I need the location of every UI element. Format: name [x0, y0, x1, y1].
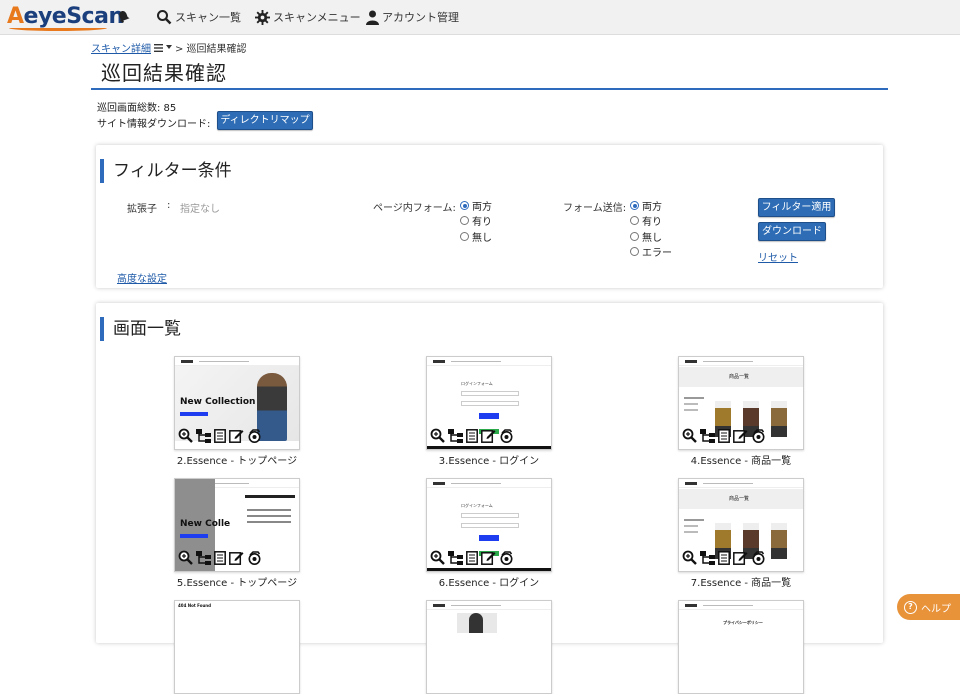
extension-input[interactable]: 指定なし: [180, 200, 220, 215]
edit-icon[interactable]: [733, 428, 748, 447]
document-icon[interactable]: [466, 428, 478, 447]
sitemap-icon[interactable]: [448, 428, 463, 447]
breadcrumb-scan-detail-link[interactable]: スキャン詳細: [91, 40, 151, 55]
nav-scan-list[interactable]: スキャン一覧: [156, 8, 241, 26]
document-icon[interactable]: [214, 550, 226, 569]
top-bar: AeyeScan スキャン一覧 スキャンメニュー アカウント管理: [0, 0, 960, 35]
download-button[interactable]: ダウンロード: [758, 222, 826, 241]
edit-icon[interactable]: [481, 550, 496, 569]
zoom-icon[interactable]: [178, 550, 193, 569]
edit-icon[interactable]: [229, 550, 244, 569]
screen-thumbnail[interactable]: [426, 600, 552, 694]
thumbnail-tools: [682, 550, 766, 569]
breadcrumb: スキャン詳細 > 巡回結果確認: [91, 40, 247, 55]
document-icon[interactable]: [718, 428, 730, 447]
thumbnail-tools: [682, 428, 766, 447]
filter-panel: フィルター条件 拡張子 : 指定なし ページ内フォーム: 両方 有り 無し フォ…: [96, 145, 883, 288]
camera-icon[interactable]: [247, 550, 262, 569]
page-form-label: ページ内フォーム:: [373, 203, 456, 214]
filter-title: フィルター条件: [100, 159, 232, 183]
camera-icon[interactable]: [751, 428, 766, 447]
zoom-icon[interactable]: [430, 428, 445, 447]
breadcrumb-current: > 巡回結果確認: [175, 44, 247, 55]
user-icon: [366, 10, 379, 25]
sitemap-icon[interactable]: [700, 428, 715, 447]
screen-thumbnail[interactable]: New Collection: [174, 356, 300, 450]
zoom-icon[interactable]: [682, 550, 697, 569]
screen-caption[interactable]: 7.Essence - 商品一覧: [641, 574, 841, 589]
sitemap-icon[interactable]: [700, 550, 715, 569]
edit-icon[interactable]: [733, 550, 748, 569]
app-logo[interactable]: AeyeScan: [7, 4, 124, 31]
sitemap-icon[interactable]: [196, 428, 211, 447]
zoom-icon[interactable]: [430, 550, 445, 569]
screen-caption[interactable]: 5.Essence - トップページ: [137, 574, 337, 589]
zoom-icon[interactable]: [178, 428, 193, 447]
menu-icon[interactable]: [154, 43, 163, 52]
form-radio-both[interactable]: 両方: [460, 199, 492, 213]
screen-thumbnail[interactable]: プライバシーポリシー: [678, 600, 804, 694]
document-icon[interactable]: [214, 428, 226, 447]
form-radio-yes[interactable]: 有り: [460, 214, 492, 228]
screen-list-panel: 画面一覧: [96, 303, 883, 643]
advanced-settings-link[interactable]: 高度な設定: [117, 270, 167, 285]
camera-icon[interactable]: [499, 428, 514, 447]
total-screens: 巡回画面総数: 85: [97, 103, 177, 114]
sitemap-icon[interactable]: [448, 550, 463, 569]
site-download-label: サイト情報ダウンロード:: [97, 119, 211, 130]
form-submit-label: フォーム送信:: [563, 203, 627, 214]
edit-icon[interactable]: [481, 428, 496, 447]
screen-caption[interactable]: 2.Essence - トップページ: [137, 452, 337, 467]
document-icon[interactable]: [466, 550, 478, 569]
screen-caption[interactable]: 4.Essence - 商品一覧: [641, 452, 841, 467]
thumbnail-tools: [178, 550, 262, 569]
screen-thumbnail[interactable]: 404 Not Found: [174, 600, 300, 694]
bell-icon[interactable]: [117, 10, 130, 23]
thumbnail-tools: [430, 428, 514, 447]
screen-thumbnail[interactable]: New Colle: [174, 478, 300, 572]
page-title: 巡回結果確認: [101, 61, 227, 85]
sitemap-icon[interactable]: [196, 550, 211, 569]
submit-radio-error[interactable]: エラー: [630, 245, 672, 259]
screen-caption[interactable]: 6.Essence - ログイン: [389, 574, 589, 589]
zoom-icon[interactable]: [682, 428, 697, 447]
caret-down-icon[interactable]: [166, 45, 172, 50]
screen-list-title: 画面一覧: [100, 317, 181, 341]
nav-scan-menu[interactable]: スキャンメニュー: [255, 8, 361, 26]
question-icon: ?: [904, 600, 917, 614]
screen-caption[interactable]: 3.Essence - ログイン: [389, 452, 589, 467]
submit-radio-both[interactable]: 両方: [630, 199, 662, 213]
edit-icon[interactable]: [229, 428, 244, 447]
thumbnail-tools: [430, 550, 514, 569]
filter-apply-button[interactable]: フィルター適用: [758, 198, 835, 217]
screen-thumbnail[interactable]: ログインフォーム: [426, 478, 552, 572]
extension-colon: :: [167, 200, 171, 211]
camera-icon[interactable]: [751, 550, 766, 569]
camera-icon[interactable]: [499, 550, 514, 569]
help-button[interactable]: ? ヘルプ: [897, 594, 960, 620]
gear-icon: [255, 9, 270, 25]
extension-label: 拡張子: [127, 204, 157, 215]
screen-thumbnail[interactable]: 商品一覧: [678, 478, 804, 572]
reset-link[interactable]: リセット: [758, 249, 798, 264]
submit-radio-yes[interactable]: 有り: [630, 214, 662, 228]
search-icon: [157, 10, 172, 25]
thumbnail-tools: [178, 428, 262, 447]
directory-map-button[interactable]: ディレクトリマップ: [217, 111, 313, 130]
submit-radio-no[interactable]: 無し: [630, 230, 662, 244]
nav-account[interactable]: アカウント管理: [366, 8, 459, 26]
camera-icon[interactable]: [247, 428, 262, 447]
title-underline: [91, 88, 888, 90]
form-radio-no[interactable]: 無し: [460, 230, 492, 244]
screen-thumbnail[interactable]: 商品一覧: [678, 356, 804, 450]
screen-thumbnail[interactable]: ログインフォーム: [426, 356, 552, 450]
document-icon[interactable]: [718, 550, 730, 569]
